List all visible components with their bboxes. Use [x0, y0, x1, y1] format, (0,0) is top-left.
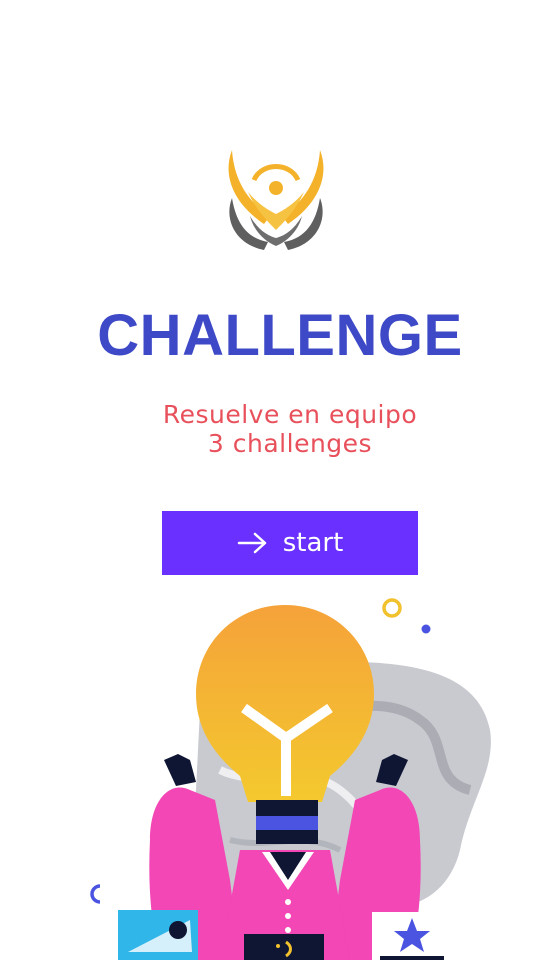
subtitle-line-1: Resuelve en equipo [162, 400, 418, 429]
subtitle-line-2: 3 challenges [207, 429, 373, 458]
subtitle: Resuelve en equipo 3 challenges [0, 400, 540, 458]
lightbulb-person-illustration-icon [90, 598, 491, 960]
winged-person-logo-icon [228, 150, 324, 250]
arrow-right-icon [237, 532, 266, 554]
start-button[interactable]: start [162, 511, 418, 575]
page-title: CHALLENGE [97, 303, 463, 368]
start-button-label: start [282, 528, 344, 558]
